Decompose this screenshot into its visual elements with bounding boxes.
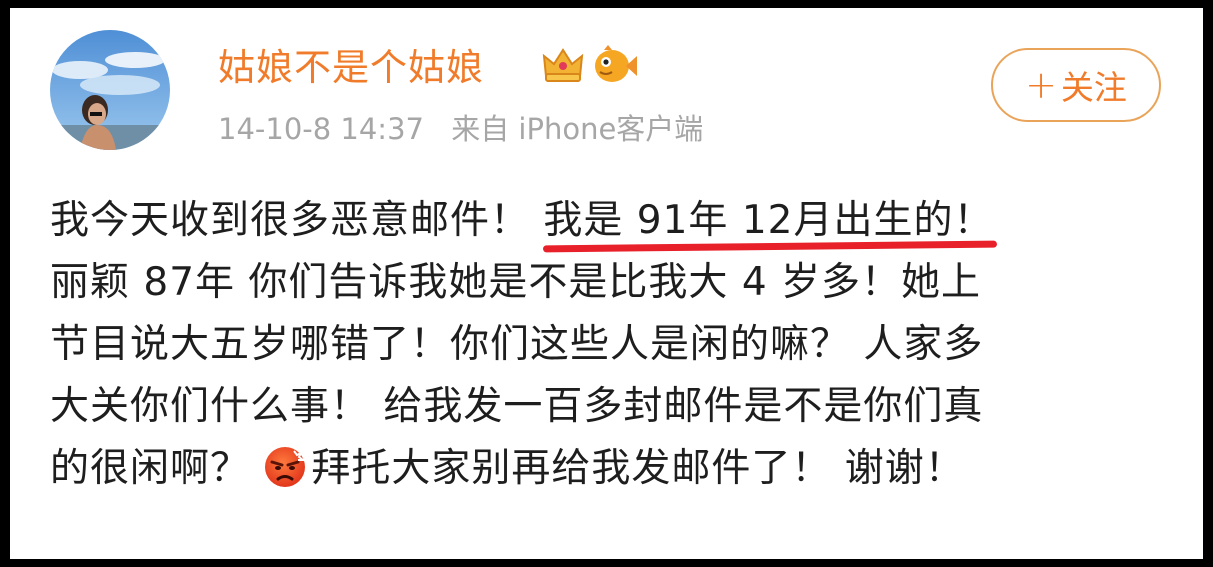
weibo-post-card: 姑娘不是个姑娘 14-10-8 14:37 来自 iPhone客户端 + 关注 … — [10, 8, 1203, 559]
post-line: 节目说大五岁哪错了！你们这些人是闲的嘛？ 人家多 — [50, 322, 984, 367]
follow-button[interactable]: + 关注 — [991, 48, 1161, 122]
post-text-segment: 我今天收到很多恶意邮件！ — [50, 198, 544, 243]
post-line: 的很闲啊？ 拜托大家别再给我发邮件了！ 谢谢！ — [50, 438, 1190, 500]
fish-icon[interactable] — [592, 44, 638, 90]
post-meta: 14-10-8 14:37 来自 iPhone客户端 — [218, 111, 703, 147]
post-text-segment: 的很闲啊？ — [50, 446, 264, 491]
post-text-segment: 拜托大家别再给我发邮件了！ 谢谢！ — [311, 446, 965, 491]
post-line: 大关你们什么事！ 给我发一百多封邮件是不是你们真 — [50, 384, 984, 429]
post-line: 我今天收到很多恶意邮件！ 我是 91年 12月出生的！ — [50, 190, 1190, 253]
post-source[interactable]: 来自 iPhone客户端 — [451, 112, 703, 146]
angry-face-icon — [263, 445, 307, 508]
follow-label: 关注 — [1060, 68, 1127, 107]
timestamp: 14-10-8 14:37 — [218, 112, 424, 146]
avatar[interactable] — [50, 30, 170, 150]
username[interactable]: 姑娘不是个姑娘 — [218, 44, 484, 92]
post-body: 我今天收到很多恶意邮件！ 我是 91年 12月出生的！ 丽颖 87年 你们告诉我… — [50, 190, 1190, 500]
plus-icon: + — [1025, 63, 1057, 107]
avatar-image — [50, 30, 170, 150]
crown-icon[interactable] — [542, 46, 584, 88]
post-line: 丽颖 87年 你们告诉我她是不是比我大 4 岁多！她上 — [50, 260, 982, 305]
highlighted-text-content: 我是 91年 12月出生的！ — [543, 198, 994, 243]
highlighted-text: 我是 91年 12月出生的！ — [543, 190, 998, 253]
